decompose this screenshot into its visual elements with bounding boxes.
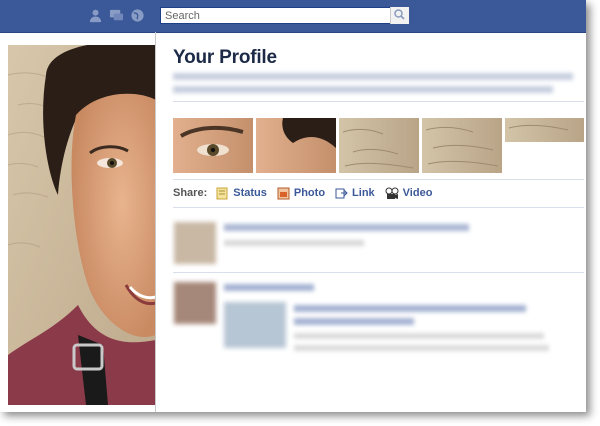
strip-photo-hair[interactable] [256, 118, 336, 173]
strip-photo-eye[interactable] [173, 118, 253, 173]
feed-story-2-desc-2 [294, 343, 549, 354]
profile-info-line-2 [173, 85, 553, 95]
link-icon [335, 188, 348, 198]
profile-picture[interactable] [8, 45, 156, 405]
video-icon [385, 187, 399, 199]
share-video-label: Video [402, 187, 433, 199]
share-photo-label: Photo [293, 187, 326, 199]
share-photo-link[interactable]: Photo [277, 187, 325, 200]
feed-story-1-text [224, 223, 469, 234]
feed-story-2-attachment[interactable] [224, 302, 286, 348]
share-video-link[interactable]: Video [385, 187, 433, 200]
share-top-rule [173, 179, 584, 180]
feed-story-1-thumbnail[interactable] [174, 222, 216, 264]
strip-photo-sand-2[interactable] [422, 118, 502, 173]
strip-photo-sand-1[interactable] [339, 118, 419, 173]
share-bottom-rule [173, 207, 584, 208]
feed-story-2-author [224, 283, 314, 294]
top-navigation-bar: Search [0, 0, 586, 33]
profile-info-line-1 [173, 72, 573, 82]
notification-icons [88, 8, 145, 24]
share-status-link[interactable]: Status [216, 187, 267, 200]
share-link-label: Link [352, 187, 375, 199]
feed-story-2-headline [294, 304, 526, 315]
profile-photo-image [8, 45, 156, 405]
messages-icon[interactable] [109, 8, 124, 23]
feed-story-2-headline-2 [294, 317, 414, 328]
column-divider [155, 32, 156, 412]
share-status-label: Status [233, 187, 267, 199]
search-input[interactable]: Search [160, 7, 408, 24]
feed-story-1-meta [224, 238, 364, 249]
feed-story-2-thumbnail[interactable] [174, 282, 216, 324]
photo-icon [277, 187, 290, 199]
status-icon [216, 187, 228, 199]
share-bar: Share: Status Photo Link Video [173, 185, 442, 201]
photo-strip [173, 118, 584, 173]
share-label: Share: [173, 187, 208, 199]
facebook-window: Search Your Profile Share: Status Photo … [0, 0, 586, 412]
friend-requests-icon[interactable] [88, 8, 103, 23]
page-title: Your Profile [173, 47, 277, 68]
strip-photo-sand-3[interactable] [505, 118, 584, 142]
feed-story-2-desc [294, 331, 544, 342]
header-rule [173, 101, 584, 102]
feed-rule [173, 272, 584, 273]
search-icon [394, 9, 405, 20]
notifications-globe-icon[interactable] [130, 8, 145, 23]
search-button[interactable] [390, 7, 409, 24]
share-link-link[interactable]: Link [335, 187, 375, 200]
